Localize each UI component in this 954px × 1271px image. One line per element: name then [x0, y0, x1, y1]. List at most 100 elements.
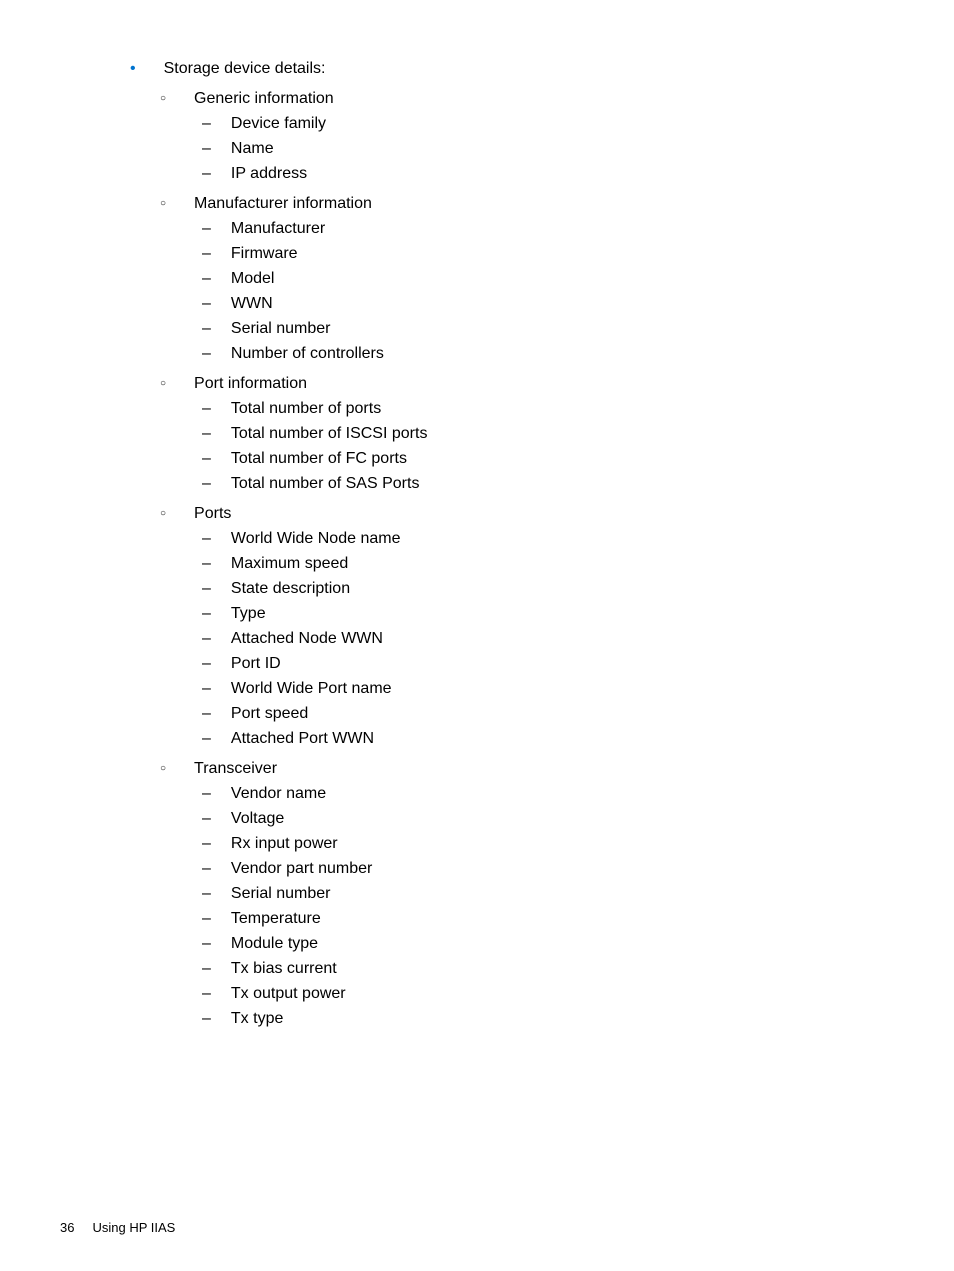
dash-icon: – — [202, 910, 211, 928]
dash-icon: – — [202, 960, 211, 978]
dash-icon: – — [202, 860, 211, 878]
level3-text: Total number of SAS Ports — [231, 475, 420, 493]
level3-item: – IP address — [202, 165, 894, 183]
level3-item: – Rx input power — [202, 835, 894, 853]
level2-heading: Port information — [194, 375, 307, 393]
bullet-circle-icon: ○ — [160, 93, 166, 104]
level3-item: –Port speed — [202, 705, 894, 723]
level3-item: – Total number of ports — [202, 400, 894, 418]
level3-text: Manufacturer — [231, 220, 325, 238]
level1-item: • Storage device details: — [130, 60, 894, 78]
level3-item: – WWN — [202, 295, 894, 313]
bullet-circle-icon: ○ — [160, 198, 166, 209]
dash-icon: – — [202, 580, 211, 598]
level2-section: ○ Generic information –Device family – Na… — [130, 90, 894, 183]
level3-item: –Vendor part number — [202, 860, 894, 878]
bullet-circle-icon: ○ — [160, 508, 166, 519]
level3-item: –World Wide Node name — [202, 530, 894, 548]
dash-icon: – — [202, 680, 211, 698]
level3-item: – Port ID — [202, 655, 894, 673]
level3-text: Type — [231, 605, 266, 623]
dash-icon: – — [202, 295, 211, 313]
level2-section: ○ Port information – Total number of port… — [130, 375, 894, 493]
level3-item: – Module type — [202, 935, 894, 953]
level3-text: Port ID — [231, 655, 281, 673]
level3-text: Attached Port WWN — [231, 730, 374, 748]
level3-text: Attached Node WWN — [231, 630, 383, 648]
dash-icon: – — [202, 885, 211, 903]
bullet-circle-icon: ○ — [160, 378, 166, 389]
dash-icon: – — [202, 425, 211, 443]
dash-icon: – — [202, 165, 211, 183]
dash-icon: – — [202, 835, 211, 853]
dash-icon: – — [202, 655, 211, 673]
level3-item: –Attached Port WWN — [202, 730, 894, 748]
dash-icon: – — [202, 400, 211, 418]
level3-item: –Tx type — [202, 1010, 894, 1028]
dash-icon: – — [202, 605, 211, 623]
level2-item: ○ Ports — [160, 505, 894, 523]
level3-text: Tx output power — [231, 985, 346, 1003]
level2-item: ○ Manufacturer information — [160, 195, 894, 213]
level3-text: Tx bias current — [231, 960, 337, 978]
bullet-circle-icon: ○ — [160, 763, 166, 774]
level2-heading: Transceiver — [194, 760, 277, 778]
level3-item: –Tx output power — [202, 985, 894, 1003]
level3-text: State description — [231, 580, 350, 598]
level3-item: –Serial number — [202, 320, 894, 338]
level3-text: Module type — [231, 935, 318, 953]
dash-icon: – — [202, 475, 211, 493]
level3-item: – State description — [202, 580, 894, 598]
dash-icon: – — [202, 140, 211, 158]
level3-item: – Temperature — [202, 910, 894, 928]
level3-item: –Total number of FC ports — [202, 450, 894, 468]
level3-item: – Serial number — [202, 885, 894, 903]
level3-text: WWN — [231, 295, 273, 313]
level3-text: Maximum speed — [231, 555, 348, 573]
dash-icon: – — [202, 555, 211, 573]
level3-text: Firmware — [231, 245, 298, 263]
section-title: Using HP IIAS — [92, 1220, 175, 1235]
level3-item: –Manufacturer — [202, 220, 894, 238]
level3-item: –Device family — [202, 115, 894, 133]
level3-item: –Model — [202, 270, 894, 288]
level2-item: ○ Port information — [160, 375, 894, 393]
dash-icon: – — [202, 245, 211, 263]
level3-item: – Maximum speed — [202, 555, 894, 573]
dash-icon: – — [202, 705, 211, 723]
level2-item: ○ Generic information — [160, 90, 894, 108]
level3-item: –Number of controllers — [202, 345, 894, 363]
level2-section: ○ Ports –World Wide Node name – Maximum s… — [130, 505, 894, 748]
level2-heading: Manufacturer information — [194, 195, 372, 213]
level3-text: Name — [231, 140, 274, 158]
level3-text: Model — [231, 270, 275, 288]
level3-text: IP address — [231, 165, 307, 183]
dash-icon: – — [202, 935, 211, 953]
dash-icon: – — [202, 530, 211, 548]
level3-item: –Total number of ISCSI ports — [202, 425, 894, 443]
level3-item: – Attached Node WWN — [202, 630, 894, 648]
level2-heading: Generic information — [194, 90, 334, 108]
level3-text: Voltage — [231, 810, 284, 828]
level3-item: – World Wide Port name — [202, 680, 894, 698]
level2-item: ○ Transceiver — [160, 760, 894, 778]
level3-item: –Vendor name — [202, 785, 894, 803]
page-number: 36 — [60, 1220, 74, 1235]
level3-item: –Voltage — [202, 810, 894, 828]
level3-item: – Tx bias current — [202, 960, 894, 978]
level3-text: Rx input power — [231, 835, 338, 853]
level2-section: ○ Transceiver –Vendor name –Voltage –Rx … — [130, 760, 894, 1028]
level3-text: Total number of FC ports — [231, 450, 407, 468]
level3-item: – Total number of SAS Ports — [202, 475, 894, 493]
level3-text: Serial number — [231, 885, 331, 903]
level3-text: Vendor name — [231, 785, 326, 803]
level3-text: Serial number — [231, 320, 331, 338]
level3-text: Temperature — [231, 910, 321, 928]
level3-text: Total number of ports — [231, 400, 381, 418]
dash-icon: – — [202, 1010, 211, 1028]
level1-text: Storage device details: — [164, 60, 326, 78]
dash-icon: – — [202, 630, 211, 648]
level3-text: World Wide Port name — [231, 680, 392, 698]
level3-text: Number of controllers — [231, 345, 384, 363]
level2-heading: Ports — [194, 505, 231, 523]
